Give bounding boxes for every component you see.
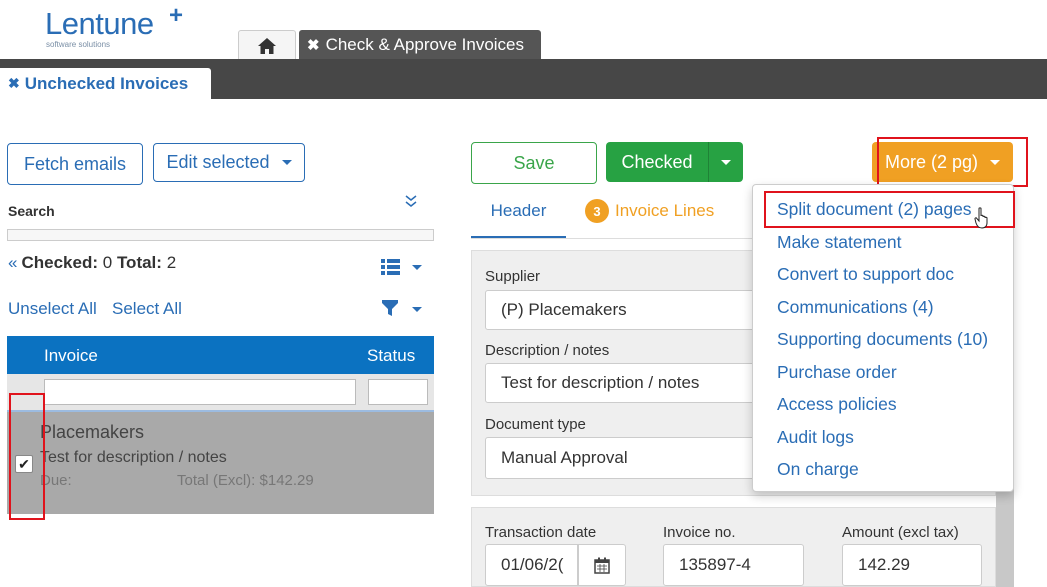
calendar-icon xyxy=(594,557,610,574)
search-label: Search xyxy=(8,203,55,219)
select-all-link[interactable]: Select All xyxy=(112,299,182,319)
edit-selected-button[interactable]: Edit selected xyxy=(153,143,305,182)
amount-label: Amount (excl tax) xyxy=(842,524,959,541)
menu-item-supporting-documents[interactable]: Supporting documents (10) xyxy=(777,329,988,350)
invoice-no-field[interactable]: 135897-4 xyxy=(663,544,804,586)
highlight-box xyxy=(9,393,45,520)
calendar-button[interactable] xyxy=(578,544,626,586)
tab-label: Check & Approve Invoices xyxy=(325,35,525,54)
document-type-select[interactable]: Manual Approval xyxy=(485,437,785,479)
fetch-emails-button[interactable]: Fetch emails xyxy=(7,143,143,185)
chevron-down-icon xyxy=(721,159,731,165)
grid-filter-row xyxy=(7,374,434,412)
table-row[interactable]: ✔ Placemakers Test for description / not… xyxy=(7,412,434,514)
invoice-no-label: Invoice no. xyxy=(663,524,736,541)
list-view-icon[interactable] xyxy=(381,258,423,281)
invoice-filter-input[interactable] xyxy=(44,379,356,405)
lentune-logo: Lentune + software solutions xyxy=(45,2,183,49)
collapse-icon[interactable] xyxy=(405,194,417,211)
tab-home[interactable] xyxy=(238,30,296,60)
row-total: Total (Excl): $142.29 xyxy=(177,472,314,489)
menu-item-communications[interactable]: Communications (4) xyxy=(777,297,934,318)
document-type-label: Document type xyxy=(485,416,586,433)
tab-unchecked-invoices[interactable]: ✖ Unchecked Invoices xyxy=(0,68,211,99)
highlight-box xyxy=(877,137,1028,187)
menu-item-access-policies[interactable]: Access policies xyxy=(777,394,897,415)
description-label: Description / notes xyxy=(485,342,610,359)
total-value: 2 xyxy=(166,253,177,272)
filter-icon[interactable] xyxy=(381,298,423,323)
edit-selected-label: Edit selected xyxy=(166,152,270,172)
close-icon[interactable]: ✖ xyxy=(307,36,320,54)
unselect-all-link[interactable]: Unselect All xyxy=(8,299,97,319)
tab-check-approve-invoices[interactable]: ✖ Check & Approve Invoices xyxy=(299,30,541,60)
column-invoice[interactable]: Invoice xyxy=(44,346,98,366)
close-icon[interactable]: ✖ xyxy=(8,75,20,92)
status-filter-input[interactable] xyxy=(368,379,428,405)
total-label: Total: xyxy=(116,253,162,272)
logo-tagline: software solutions xyxy=(46,40,111,49)
checked-value: 0 xyxy=(102,253,113,272)
tab-header[interactable]: Header xyxy=(471,199,566,239)
subtab-label: Unchecked Invoices xyxy=(24,73,189,93)
row-supplier: Placemakers xyxy=(40,422,145,442)
checked-total-summary: «Checked: 0 Total: 2 xyxy=(8,253,176,273)
invoice-lines-count-badge: 3 xyxy=(585,199,609,223)
description-field[interactable]: Test for description / notes xyxy=(485,363,785,403)
tab-invoice-lines-label: Invoice Lines xyxy=(615,201,715,220)
menu-item-on-charge[interactable]: On charge xyxy=(777,459,859,480)
supplier-field[interactable]: (P) Placemakers xyxy=(485,290,785,330)
hand-cursor-icon xyxy=(974,207,992,234)
menu-item-convert-support-doc[interactable]: Convert to support doc xyxy=(777,264,954,285)
save-button[interactable]: Save xyxy=(471,142,597,184)
search-bar[interactable] xyxy=(7,229,434,241)
menu-item-make-statement[interactable]: Make statement xyxy=(777,232,902,253)
row-description: Test for description / notes xyxy=(40,449,227,466)
logo-brand: Lentune xyxy=(45,6,154,41)
tab-invoice-lines[interactable]: 3 Invoice Lines xyxy=(585,199,714,223)
transaction-date-label: Transaction date xyxy=(485,524,597,541)
supplier-label: Supplier xyxy=(485,268,541,285)
home-icon xyxy=(258,37,276,54)
checked-button[interactable]: Checked xyxy=(606,142,708,182)
chevron-down-icon xyxy=(281,160,292,165)
amount-field[interactable]: 142.29 xyxy=(842,544,982,586)
logo-plus: + xyxy=(169,2,184,29)
collapse-left-icon[interactable]: « xyxy=(8,253,17,272)
column-status[interactable]: Status xyxy=(367,346,415,366)
invoice-grid-header: Invoice Status xyxy=(7,336,434,374)
checked-dropdown-button[interactable] xyxy=(708,142,743,182)
checked-label: Checked: xyxy=(21,253,98,272)
menu-item-audit-logs[interactable]: Audit logs xyxy=(777,427,854,448)
menu-item-purchase-order[interactable]: Purchase order xyxy=(777,362,897,383)
transaction-date-field[interactable]: 01/06/2( xyxy=(485,544,578,586)
